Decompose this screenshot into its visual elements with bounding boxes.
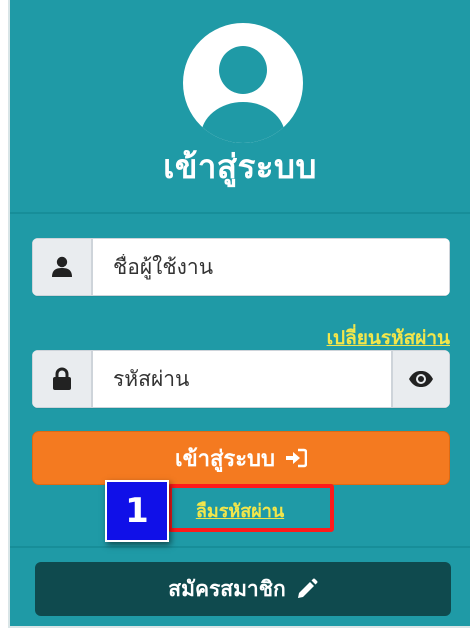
login-button-label: เข้าสู่ระบบ (175, 446, 275, 472)
username-field[interactable] (92, 238, 450, 296)
sign-in-icon (285, 448, 307, 468)
register-button-label: สมัครสมาชิก (168, 576, 286, 601)
username-input[interactable] (111, 254, 431, 280)
password-field[interactable] (92, 350, 392, 408)
highlight-box (168, 484, 334, 532)
divider-bottom (10, 546, 470, 548)
password-input[interactable] (111, 366, 373, 392)
login-panel: เข้าสู่ระบบ เปลี่ยนรหัสผ่าน (8, 0, 470, 628)
eye-icon[interactable] (392, 350, 450, 408)
step-number-badge: 1 (105, 480, 169, 542)
register-button[interactable]: สมัครสมาชิก (35, 562, 451, 616)
username-group (32, 238, 450, 296)
divider (10, 212, 470, 214)
password-group (32, 350, 450, 408)
page-title: เข้าสู่ระบบ (163, 147, 317, 186)
lock-icon (32, 350, 92, 408)
login-button[interactable]: เข้าสู่ระบบ (32, 431, 450, 485)
pencil-icon (296, 578, 318, 600)
user-icon (32, 238, 92, 296)
user-circle-icon (182, 22, 304, 144)
change-password-link[interactable]: เปลี่ยนรหัสผ่าน (327, 323, 450, 353)
